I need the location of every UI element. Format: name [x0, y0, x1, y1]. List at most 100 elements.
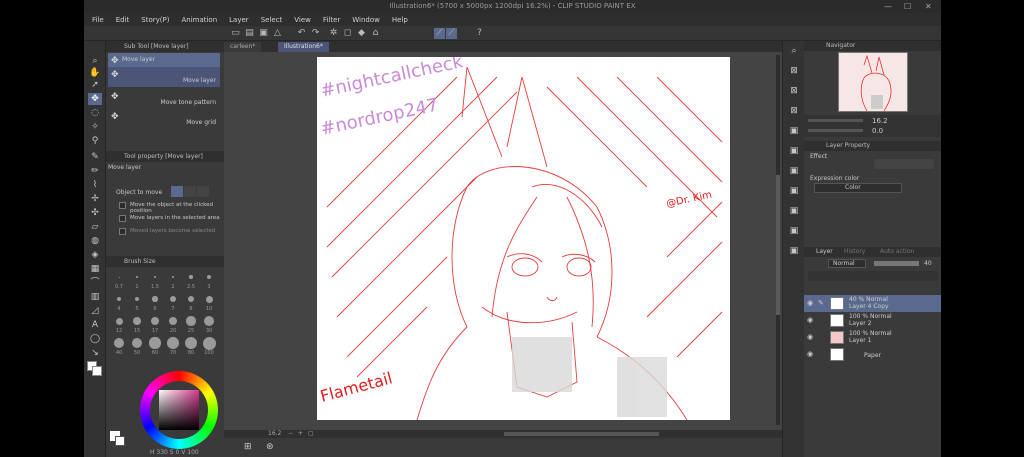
- pencil-tool-icon[interactable]: ✏: [88, 165, 102, 177]
- material-4-icon[interactable]: ▣: [787, 125, 801, 137]
- subtool-item-move-layer-2[interactable]: ✥ Move layer: [108, 67, 220, 87]
- clear-icon[interactable]: ◻: [342, 28, 353, 39]
- pen-tool-icon[interactable]: ✎: [88, 151, 102, 163]
- material-10-icon[interactable]: ▣: [787, 245, 801, 257]
- undo-icon[interactable]: ↶: [296, 28, 307, 39]
- brush-size-cell[interactable]: 20: [164, 313, 182, 335]
- brush-size-cell[interactable]: 40: [110, 335, 128, 357]
- menu-edit[interactable]: Edit: [116, 16, 130, 24]
- brush-size-cell[interactable]: 1.5: [146, 269, 164, 291]
- menu-file[interactable]: File: [92, 16, 104, 24]
- layer-row[interactable]: ◉ 100 % Normal Layer 2: [804, 312, 941, 329]
- horizontal-scrollbar[interactable]: [504, 432, 659, 436]
- brush-size-cell[interactable]: 15: [128, 313, 146, 335]
- brush-size-cell[interactable]: 4: [110, 291, 128, 313]
- brush-size-cell[interactable]: 2: [164, 269, 182, 291]
- material-9-icon[interactable]: ▣: [787, 225, 801, 237]
- tab-auto-action[interactable]: Auto action: [880, 248, 914, 255]
- menu-animation[interactable]: Animation: [181, 16, 217, 24]
- brush-size-cell[interactable]: 80: [182, 335, 200, 357]
- layer-row[interactable]: ◉ 100 % Normal Layer 1: [804, 329, 941, 346]
- material-8-icon[interactable]: ▣: [787, 205, 801, 217]
- material-icon[interactable]: ⊠: [787, 65, 801, 77]
- move-layer-tool-icon[interactable]: ✥: [88, 93, 102, 105]
- drawing-canvas[interactable]: #nightcallcheck #nordrop247 @Dr. Kim Fla…: [317, 57, 730, 420]
- brush-size-cell[interactable]: 12: [110, 313, 128, 335]
- menu-help[interactable]: Help: [392, 16, 408, 24]
- expression-color-select[interactable]: Color: [814, 183, 902, 193]
- airbrush-tool-icon[interactable]: ✢: [88, 193, 102, 205]
- opacity-slider[interactable]: [874, 261, 919, 266]
- layer-row[interactable]: ◉ Paper: [804, 346, 941, 363]
- zoom-in-icon[interactable]: +: [298, 430, 303, 437]
- menu-layer[interactable]: Layer: [229, 16, 249, 24]
- vertical-scrollbar[interactable]: [776, 55, 780, 425]
- export-icon[interactable]: △: [272, 28, 283, 39]
- tab-illustration6[interactable]: Illustration6*: [278, 42, 329, 52]
- text-tool-icon[interactable]: A: [88, 319, 102, 331]
- new-file-icon[interactable]: ▭: [230, 28, 241, 39]
- subtool-item-move-grid[interactable]: ✥ Move grid: [108, 109, 220, 129]
- menu-view[interactable]: View: [294, 16, 311, 24]
- blend-tool-icon[interactable]: ◍: [88, 235, 102, 247]
- frame-tool-icon[interactable]: ▥: [88, 291, 102, 303]
- tab-layer[interactable]: Layer: [816, 248, 833, 255]
- operation-tool-icon[interactable]: ➚: [88, 79, 102, 91]
- color-saturation-square[interactable]: [159, 390, 199, 430]
- brush-size-cell[interactable]: 25: [182, 313, 200, 335]
- brush-size-cell[interactable]: 70: [164, 335, 182, 357]
- lasso-tool-icon[interactable]: ◌: [88, 107, 102, 119]
- fill-tool-icon[interactable]: ◈: [88, 249, 102, 261]
- redo-icon[interactable]: ↷: [310, 28, 321, 39]
- opacity-value[interactable]: 40: [924, 260, 932, 267]
- help-icon[interactable]: ?: [474, 28, 485, 39]
- minimize-icon[interactable]: —: [884, 0, 892, 13]
- brush-size-cell[interactable]: 7: [164, 291, 182, 313]
- layout-icon[interactable]: ⊞: [244, 442, 252, 452]
- snap-special-ruler-icon[interactable]: ⟋: [446, 28, 457, 39]
- menu-story[interactable]: Story(P): [141, 16, 169, 24]
- material-2-icon[interactable]: ⊠: [787, 85, 801, 97]
- zoom-tool-icon[interactable]: ⌕: [88, 55, 102, 67]
- layer-row[interactable]: ◉ ✎ 40 % Normal Layer 4 Copy: [804, 295, 941, 312]
- material-7-icon[interactable]: ▣: [787, 185, 801, 197]
- gradient-tool-icon[interactable]: ▦: [88, 263, 102, 275]
- eye-icon[interactable]: ◉: [807, 333, 813, 341]
- color-wheel[interactable]: [140, 371, 218, 449]
- snap-ruler-icon[interactable]: ⟋: [434, 28, 445, 39]
- brush-size-cell[interactable]: 0.7: [110, 269, 128, 291]
- eye-icon[interactable]: ◉: [807, 316, 813, 324]
- fit-icon[interactable]: ▢: [308, 430, 314, 437]
- hand-tool-icon[interactable]: ✋: [88, 67, 102, 79]
- brush-size-cell[interactable]: 1: [128, 269, 146, 291]
- close-icon[interactable]: ✕: [925, 0, 932, 13]
- decoration-tool-icon[interactable]: ✣: [88, 207, 102, 219]
- brush-size-cell[interactable]: 50: [128, 335, 146, 357]
- open-file-icon[interactable]: ▤: [244, 28, 255, 39]
- object-mode-button[interactable]: [171, 186, 183, 197]
- clicked-position-checkbox[interactable]: [119, 202, 126, 209]
- auto-select-tool-icon[interactable]: ✧: [88, 121, 102, 133]
- palette-icon[interactable]: ⊛: [266, 442, 274, 452]
- brush-size-cell[interactable]: 60: [146, 335, 164, 357]
- eraser-tool-icon[interactable]: ▱: [88, 221, 102, 233]
- settings-icon[interactable]: ✲: [328, 28, 339, 39]
- menu-window[interactable]: Window: [352, 16, 380, 24]
- brush-size-cell[interactable]: 6: [146, 291, 164, 313]
- zoom-out-icon[interactable]: −: [288, 430, 293, 437]
- navigator-angle[interactable]: 0.0: [872, 127, 883, 135]
- brush-size-cell[interactable]: 5: [128, 291, 146, 313]
- brush-size-cell[interactable]: 30: [200, 313, 218, 335]
- eyedropper-tool-icon[interactable]: ⚲: [88, 135, 102, 147]
- navigator-preview[interactable]: [838, 52, 908, 112]
- sub-color-swatch[interactable]: [92, 366, 102, 376]
- brush-size-cell[interactable]: 3: [200, 269, 218, 291]
- figure-tool-icon[interactable]: ⌒: [88, 277, 102, 289]
- brush-size-cell[interactable]: 10: [200, 291, 218, 313]
- rotate-slider[interactable]: [808, 129, 863, 132]
- material-6-icon[interactable]: ▣: [787, 165, 801, 177]
- zoom-value[interactable]: 16.2: [268, 430, 281, 437]
- brush-size-cell[interactable]: 100: [200, 335, 218, 357]
- sub-color-chip[interactable]: [115, 436, 125, 446]
- eye-icon[interactable]: ◉: [807, 350, 813, 358]
